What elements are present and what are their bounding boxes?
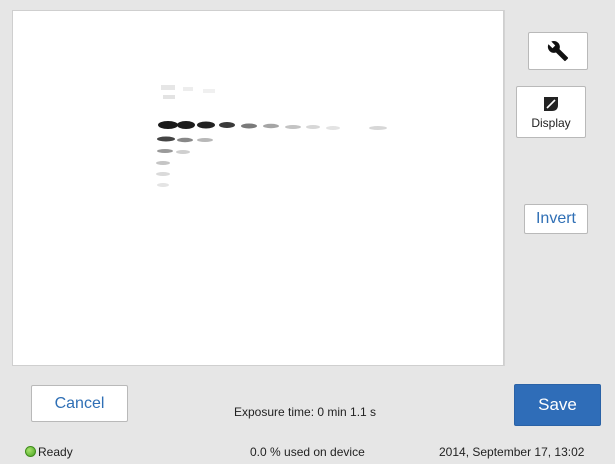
blot-image [156, 85, 387, 187]
band [157, 136, 175, 142]
band [157, 183, 169, 187]
display-icon [544, 97, 558, 111]
band [285, 125, 301, 129]
blot-image-viewer[interactable] [12, 10, 504, 366]
band [183, 87, 193, 91]
ready-status-icon [25, 446, 36, 457]
band [197, 121, 215, 129]
band [161, 85, 175, 90]
band [157, 149, 173, 153]
display-button[interactable]: Display [516, 86, 586, 138]
datetime-label: 2014, September 17, 13:02 [439, 445, 585, 459]
band [177, 121, 195, 129]
band [369, 126, 387, 130]
panel-divider [504, 10, 505, 366]
band [163, 95, 175, 99]
band [203, 89, 215, 93]
band [306, 125, 320, 129]
band [176, 150, 190, 154]
status-label: Ready [38, 445, 73, 459]
band [326, 126, 340, 130]
band [241, 123, 257, 129]
band [197, 138, 213, 142]
device-usage-label: 0.0 % used on device [250, 445, 365, 459]
band [177, 137, 193, 143]
save-button[interactable]: Save [514, 384, 601, 426]
band [158, 121, 178, 129]
app-window: Display Invert Cancel Save Exposure time… [0, 0, 615, 464]
band [156, 161, 170, 165]
band [263, 123, 279, 129]
exposure-time-label: Exposure time: 0 min 1.1 s [234, 405, 377, 419]
band [156, 172, 170, 176]
wrench-icon [547, 41, 569, 62]
cancel-button[interactable]: Cancel [31, 385, 128, 422]
tools-button[interactable] [528, 32, 588, 70]
invert-button[interactable]: Invert [524, 204, 588, 234]
band [219, 122, 235, 128]
display-label: Display [531, 116, 571, 130]
